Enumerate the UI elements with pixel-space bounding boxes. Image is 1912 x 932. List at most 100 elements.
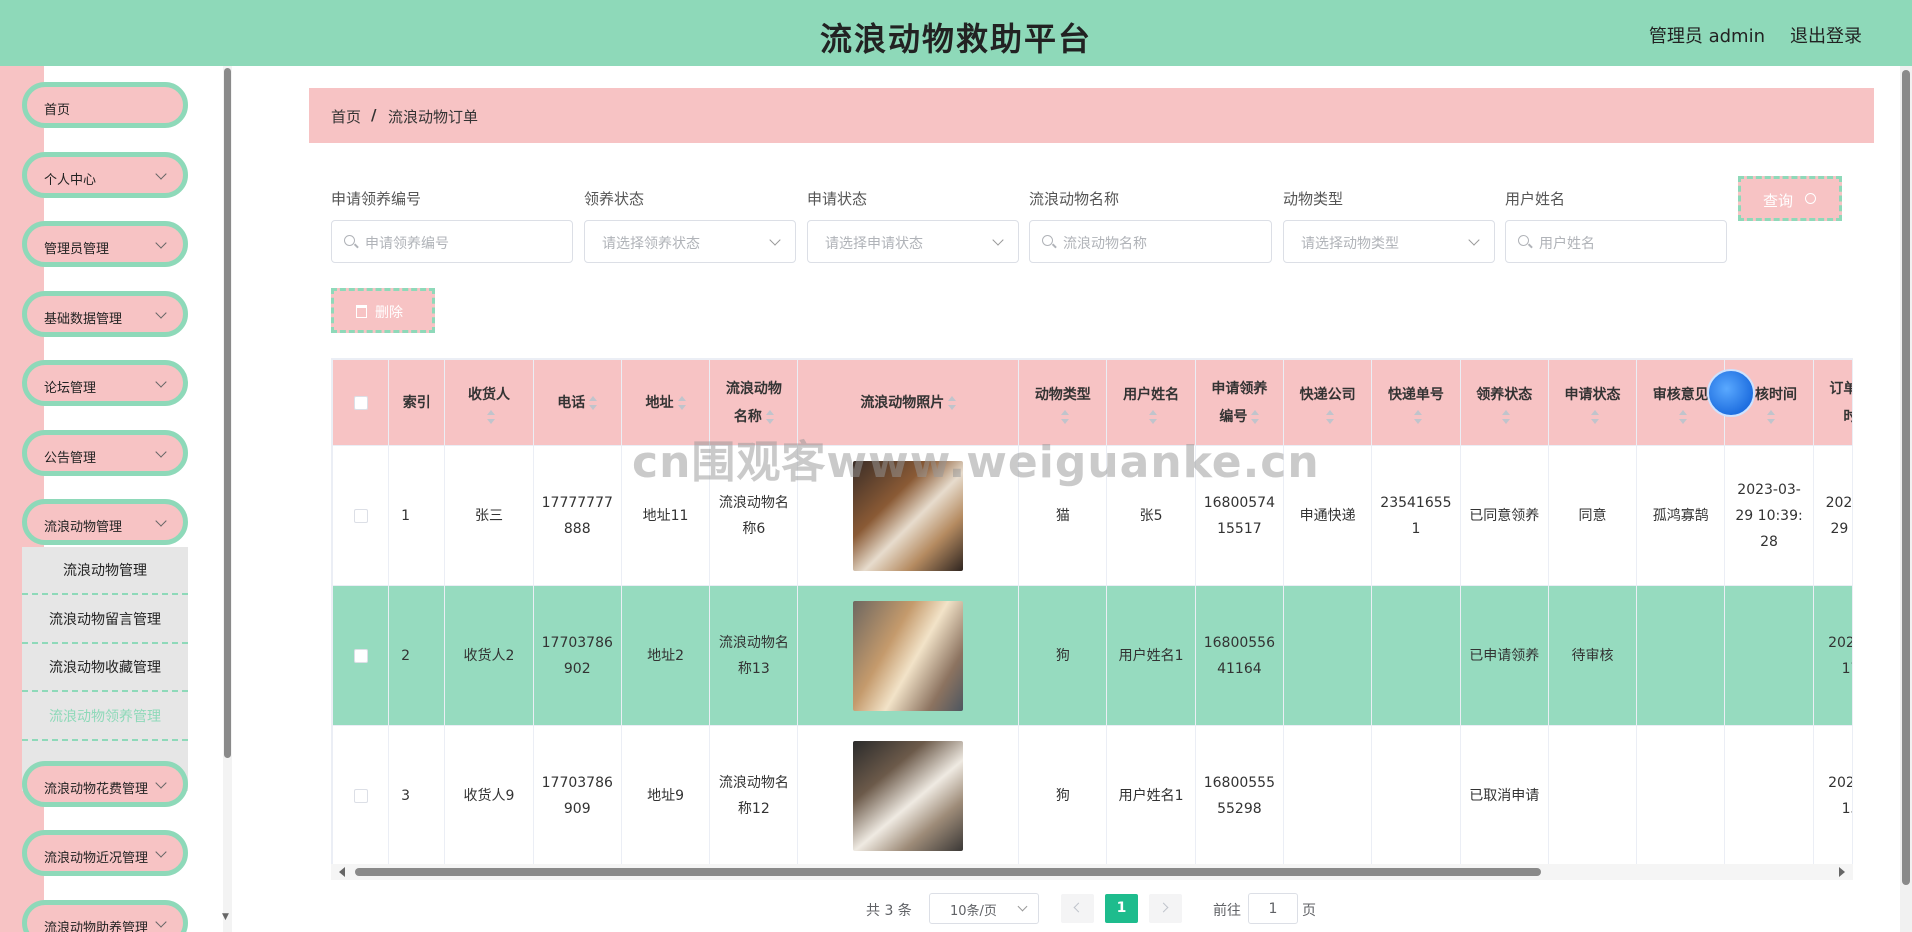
cell-review-time: 2023-03-29 10:39:28 (1724, 445, 1814, 586)
sort-icon[interactable] (1325, 409, 1334, 424)
delete-button[interactable]: 删除 (331, 288, 435, 333)
submenu-item-animal-adoption[interactable]: 流浪动物领养管理 (22, 693, 188, 741)
row-checkbox[interactable] (353, 508, 368, 523)
current-page-button[interactable]: 1 (1105, 894, 1138, 923)
delete-button-label: 删除 (375, 305, 403, 321)
main-scroll-thumb[interactable] (1902, 70, 1910, 885)
select-all-cell (332, 359, 390, 446)
floating-assistant-icon[interactable] (1707, 369, 1755, 417)
select-placeholder: 请选择动物类型 (1301, 236, 1399, 252)
chevron-down-icon (1468, 234, 1480, 246)
filter-label-apply-status: 申请状态 (807, 190, 868, 208)
sidebar-scroll-thumb[interactable] (224, 68, 231, 758)
sidebar-item-basic-data[interactable]: 基础数据管理 (22, 291, 188, 337)
chevron-down-icon (155, 846, 167, 858)
sort-icon[interactable] (1251, 409, 1260, 424)
goto-label: 前往 (1213, 903, 1241, 919)
page-size-select[interactable]: 10条/页 (929, 893, 1039, 924)
sidebar-item-admin-management[interactable]: 管理员管理 (22, 221, 188, 267)
sidebar-item-forum[interactable]: 论坛管理 (22, 360, 188, 406)
sidebar-item-home[interactable]: 首页 (22, 82, 188, 128)
sidebar-item-announcements[interactable]: 公告管理 (22, 430, 188, 476)
table-scroll-thumb[interactable] (355, 868, 1541, 876)
sort-icon[interactable] (1590, 409, 1599, 424)
sort-icon[interactable] (486, 409, 495, 424)
sort-icon[interactable] (1678, 409, 1687, 424)
column-header-apply-status[interactable]: 申请状态 (1547, 359, 1638, 446)
select-all-checkbox[interactable] (353, 395, 368, 410)
sidebar-item-animal-management[interactable]: 流浪动物管理 (22, 499, 188, 545)
cell-phone: 17703786902 (532, 585, 622, 726)
sort-icon[interactable] (765, 409, 774, 424)
adopt-no-search-input[interactable]: 申请领养编号 (331, 220, 573, 263)
cell-index: 2 (388, 585, 446, 726)
cell-adopt-status: 已取消申请 (1459, 725, 1549, 866)
query-button[interactable]: 查询 (1738, 176, 1842, 221)
sort-icon[interactable] (589, 395, 598, 410)
cell-user-name: 用户姓名1 (1106, 725, 1196, 866)
cell-review (1636, 725, 1726, 866)
cell-animal-name: 流浪动物名称13 (709, 585, 799, 726)
chevron-down-icon (155, 237, 167, 249)
submenu-item-animal-messages[interactable]: 流浪动物留言管理 (22, 596, 188, 644)
search-icon (1042, 235, 1053, 246)
cell-animal-type: 狗 (1018, 585, 1108, 726)
sort-icon[interactable] (1149, 409, 1158, 424)
logout-link[interactable]: 退出登录 (1790, 22, 1862, 48)
sort-icon[interactable] (1413, 409, 1422, 424)
dog-photo-icon[interactable] (853, 600, 964, 711)
sort-icon[interactable] (1502, 409, 1511, 424)
column-header-create-time[interactable]: 订单创建时间 (1812, 359, 1852, 446)
row-checkbox[interactable] (353, 648, 368, 663)
submenu-item-animals[interactable]: 流浪动物管理 (22, 547, 188, 595)
sort-icon[interactable] (948, 395, 957, 410)
sidebar-item-animal-expenses[interactable]: 流浪动物花费管理 (22, 761, 188, 807)
scroll-down-arrow-icon[interactable]: ▼ (222, 912, 229, 922)
breadcrumb-home[interactable]: 首页 (331, 106, 361, 127)
sidebar-item-label: 流浪动物近况管理 (44, 851, 149, 866)
prev-page-button[interactable] (1061, 894, 1094, 923)
sidebar-item-animal-status[interactable]: 流浪动物近况管理 (22, 830, 188, 876)
apply-status-select[interactable]: 请选择申请状态 (807, 220, 1019, 263)
cell-apply-status: 同意 (1547, 445, 1638, 586)
cat-photo-icon[interactable] (853, 740, 964, 851)
chevron-down-icon (155, 376, 167, 388)
cell-receiver: 张三 (444, 445, 534, 586)
column-header-adopt-status[interactable]: 领养状态 (1459, 359, 1549, 446)
user-name-search-input[interactable]: 用户姓名 (1505, 220, 1727, 263)
input-placeholder: 用户姓名 (1539, 236, 1595, 252)
adopt-status-select[interactable]: 请选择领养状态 (584, 220, 796, 263)
pagination-total: 共 3 条 (866, 903, 912, 919)
animal-type-select[interactable]: 请选择动物类型 (1283, 220, 1495, 263)
table-row[interactable]: 3 收货人9 17703786909 地址9 流浪动物名称12 狗 用户姓名1 … (332, 725, 1852, 866)
sort-icon[interactable] (1767, 409, 1776, 424)
next-page-button[interactable] (1149, 894, 1182, 923)
table-horizontal-scrollbar[interactable] (331, 864, 1853, 880)
cell-apply-status: 待审核 (1547, 585, 1638, 726)
cell-adopt-status: 已同意领养 (1459, 445, 1549, 586)
sidebar-item-personal-center[interactable]: 个人中心 (22, 152, 188, 198)
header-text: 流浪动物照片 (860, 394, 945, 411)
sidebar-item-label: 流浪动物助养管理 (44, 921, 149, 932)
cell-animal-name: 流浪动物名称12 (709, 725, 799, 866)
submenu-item-animal-favorites[interactable]: 流浪动物收藏管理 (22, 644, 188, 692)
chevron-down-icon (155, 515, 167, 527)
trash-icon (356, 305, 367, 318)
table-row[interactable]: 2 收货人2 17703786902 地址2 流浪动物名称13 狗 用户姓名1 … (332, 585, 1852, 726)
filter-label-animal-type: 动物类型 (1283, 190, 1344, 208)
search-icon (1805, 193, 1816, 204)
scroll-left-arrow-icon[interactable] (339, 867, 345, 877)
goto-page-input[interactable] (1248, 893, 1298, 924)
sidebar: 首页 个人中心 管理员管理 基础数据管理 论坛管理 公告管理 流浪动物管理 流浪… (0, 66, 232, 932)
column-header-receiver[interactable]: 收货人 (444, 359, 534, 446)
sort-icon[interactable] (1060, 409, 1069, 424)
column-header-phone[interactable]: 电话 (532, 359, 622, 446)
animal-name-search-input[interactable]: 流浪动物名称 (1029, 220, 1272, 263)
row-checkbox[interactable] (353, 788, 368, 803)
sort-icon[interactable] (677, 395, 686, 410)
scroll-right-arrow-icon[interactable] (1839, 867, 1845, 877)
column-header-express-no[interactable]: 快递单号 (1371, 359, 1461, 446)
sidebar-item-animal-sponsorship[interactable]: 流浪动物助养管理 (22, 900, 188, 932)
search-icon (1518, 235, 1529, 246)
cell-receiver: 收货人2 (444, 585, 534, 726)
